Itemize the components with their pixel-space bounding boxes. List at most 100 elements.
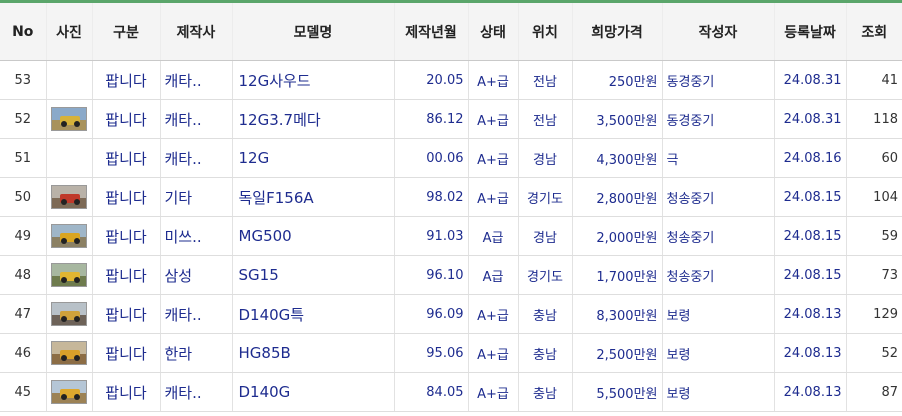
- cell-maker-link[interactable]: 기타: [159, 177, 232, 217]
- header-maker: 제작사: [159, 3, 232, 61]
- cell-author: 동경중기: [661, 60, 774, 100]
- cell-photo[interactable]: [45, 372, 92, 412]
- cell-no: 49: [0, 216, 46, 256]
- cell-year: 91.03: [393, 216, 468, 256]
- cell-model-link[interactable]: SG15: [231, 255, 394, 295]
- cell-no: 52: [0, 99, 46, 139]
- cell-maker-link[interactable]: 미쓰..: [159, 216, 232, 256]
- table-row[interactable]: 46 팝니다 한라 HG85B 95.06 A+급 충남 2,500만원 보령 …: [0, 333, 902, 373]
- cell-location: 충남: [517, 372, 572, 412]
- cell-photo[interactable]: [45, 255, 92, 295]
- cell-year: 84.05: [393, 372, 468, 412]
- cell-type-link[interactable]: 팝니다: [91, 177, 160, 217]
- listing-board: No 사진 구분 제작사 모델명 제작년월 상태 위치 희망가격 작성자 등록날…: [0, 0, 902, 416]
- cell-status: A급: [467, 216, 518, 256]
- cell-date: 24.08.13: [773, 372, 846, 412]
- cell-model-link[interactable]: 12G: [231, 138, 394, 178]
- listing-photo-icon[interactable]: [51, 224, 87, 248]
- cell-type-link[interactable]: 팝니다: [91, 216, 160, 256]
- table-row[interactable]: 47 팝니다 캐타.. D140G특 96.09 A+급 충남 8,300만원 …: [0, 294, 902, 334]
- table-row[interactable]: 50 팝니다 기타 독일F156A 98.02 A+급 경기도 2,800만원 …: [0, 177, 902, 217]
- cell-status: A+급: [467, 372, 518, 412]
- cell-type-link[interactable]: 팝니다: [91, 60, 160, 100]
- cell-status: A+급: [467, 333, 518, 373]
- header-date: 등록날짜: [773, 3, 846, 61]
- cell-views: 104: [845, 177, 902, 217]
- cell-photo[interactable]: [45, 216, 92, 256]
- cell-year: 95.06: [393, 333, 468, 373]
- cell-views: 59: [845, 216, 902, 256]
- cell-type-link[interactable]: 팝니다: [91, 99, 160, 139]
- cell-date: 24.08.15: [773, 177, 846, 217]
- cell-status: A+급: [467, 177, 518, 217]
- cell-views: 73: [845, 255, 902, 295]
- cell-year: 96.10: [393, 255, 468, 295]
- cell-views: 129: [845, 294, 902, 334]
- listing-photo-icon[interactable]: [51, 341, 87, 365]
- cell-model-link[interactable]: D140G특: [231, 294, 394, 334]
- cell-views: 87: [845, 372, 902, 412]
- listing-photo-icon[interactable]: [51, 107, 87, 131]
- cell-photo[interactable]: [45, 177, 92, 217]
- cell-year: 98.02: [393, 177, 468, 217]
- header-year: 제작년월: [393, 3, 468, 61]
- cell-type-link[interactable]: 팝니다: [91, 294, 160, 334]
- table-row[interactable]: 53 팝니다 캐타.. 12G사우드 20.05 A+급 전남 250만원 동경…: [0, 60, 902, 100]
- cell-location: 충남: [517, 333, 572, 373]
- cell-price: 2,000만원: [571, 216, 662, 256]
- cell-photo[interactable]: [45, 60, 92, 100]
- cell-views: 60: [845, 138, 902, 178]
- cell-model-link[interactable]: 독일F156A: [231, 177, 394, 217]
- cell-views: 52: [845, 333, 902, 373]
- cell-location: 경기도: [517, 255, 572, 295]
- table-row[interactable]: 48 팝니다 삼성 SG15 96.10 A급 경기도 1,700만원 청송중기…: [0, 255, 902, 295]
- cell-model-link[interactable]: 12G사우드: [231, 60, 394, 100]
- cell-maker-link[interactable]: 캐타..: [159, 372, 232, 412]
- cell-no: 50: [0, 177, 46, 217]
- cell-type-link[interactable]: 팝니다: [91, 372, 160, 412]
- cell-price: 2,800만원: [571, 177, 662, 217]
- cell-type-link[interactable]: 팝니다: [91, 333, 160, 373]
- cell-location: 경남: [517, 138, 572, 178]
- cell-maker-link[interactable]: 한라: [159, 333, 232, 373]
- cell-year: 00.06: [393, 138, 468, 178]
- cell-photo[interactable]: [45, 138, 92, 178]
- table-header-row: No 사진 구분 제작사 모델명 제작년월 상태 위치 희망가격 작성자 등록날…: [0, 3, 902, 61]
- cell-model-link[interactable]: D140G: [231, 372, 394, 412]
- listing-photo-icon[interactable]: [51, 185, 87, 209]
- table-body: 53 팝니다 캐타.. 12G사우드 20.05 A+급 전남 250만원 동경…: [0, 60, 902, 412]
- cell-location: 충남: [517, 294, 572, 334]
- listing-photo-icon[interactable]: [51, 380, 87, 404]
- cell-price: 4,300만원: [571, 138, 662, 178]
- cell-model-link[interactable]: HG85B: [231, 333, 394, 373]
- cell-maker-link[interactable]: 캐타..: [159, 138, 232, 178]
- cell-date: 24.08.13: [773, 294, 846, 334]
- table-row[interactable]: 49 팝니다 미쓰.. MG500 91.03 A급 경남 2,000만원 청송…: [0, 216, 902, 256]
- cell-author: 청송중기: [661, 177, 774, 217]
- cell-type-link[interactable]: 팝니다: [91, 138, 160, 178]
- table-row[interactable]: 45 팝니다 캐타.. D140G 84.05 A+급 충남 5,500만원 보…: [0, 372, 902, 412]
- cell-author: 동경중기: [661, 99, 774, 139]
- cell-no: 46: [0, 333, 46, 373]
- cell-type-link[interactable]: 팝니다: [91, 255, 160, 295]
- listing-photo-icon[interactable]: [51, 263, 87, 287]
- cell-no: 53: [0, 60, 46, 100]
- cell-author: 보령: [661, 294, 774, 334]
- cell-maker-link[interactable]: 캐타..: [159, 99, 232, 139]
- cell-date: 24.08.31: [773, 99, 846, 139]
- cell-maker-link[interactable]: 캐타..: [159, 294, 232, 334]
- cell-model-link[interactable]: MG500: [231, 216, 394, 256]
- table-row[interactable]: 51 팝니다 캐타.. 12G 00.06 A+급 경남 4,300만원 극 2…: [0, 138, 902, 178]
- cell-maker-link[interactable]: 삼성: [159, 255, 232, 295]
- cell-status: A+급: [467, 60, 518, 100]
- cell-no: 48: [0, 255, 46, 295]
- cell-model-link[interactable]: 12G3.7메다: [231, 99, 394, 139]
- header-no: No: [0, 3, 46, 61]
- cell-photo[interactable]: [45, 99, 92, 139]
- listing-photo-icon[interactable]: [51, 302, 87, 326]
- cell-photo[interactable]: [45, 333, 92, 373]
- table-row[interactable]: 52 팝니다 캐타.. 12G3.7메다 86.12 A+급 전남 3,500만…: [0, 99, 902, 139]
- cell-year: 86.12: [393, 99, 468, 139]
- cell-photo[interactable]: [45, 294, 92, 334]
- cell-maker-link[interactable]: 캐타..: [159, 60, 232, 100]
